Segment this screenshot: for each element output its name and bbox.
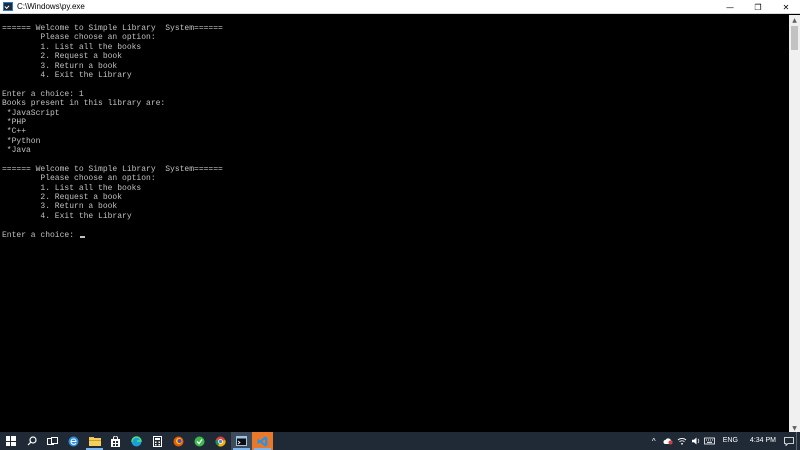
console-line: Please choose an option: xyxy=(2,174,156,184)
taskbar-green-app[interactable] xyxy=(189,432,210,450)
language-indicator[interactable]: ENG xyxy=(717,432,744,450)
keyboard-icon[interactable] xyxy=(703,432,717,450)
console-line: 1. List all the books xyxy=(2,42,142,52)
console-line: 2. Request a book xyxy=(2,52,123,62)
tray-overflow-chevron-icon[interactable]: ^ xyxy=(647,432,661,450)
console-line: Please choose an option: xyxy=(2,33,156,43)
console-line: 3. Return a book xyxy=(2,202,118,212)
console-line: Enter a choice: 1 xyxy=(2,89,84,99)
green-circle-app-icon xyxy=(194,436,205,446)
windows-logo-icon xyxy=(5,436,16,446)
edge-chromium-icon xyxy=(131,435,142,446)
window-title: C:\Windows\py.exe xyxy=(17,1,85,11)
system-tray: ^ ENG 4:34 PM xyxy=(647,432,800,450)
taskbar-store[interactable] xyxy=(105,432,126,450)
taskbar-calculator[interactable] xyxy=(147,432,168,450)
scroll-thumb[interactable] xyxy=(791,26,798,50)
minimize-button[interactable]: — xyxy=(716,0,744,14)
console-line: *Python xyxy=(2,136,41,146)
folder-icon xyxy=(88,437,101,446)
vscode-icon xyxy=(257,436,268,446)
taskbar-python-console[interactable] xyxy=(231,432,252,450)
edge-icon xyxy=(68,436,79,446)
console-line: 1. List all the books xyxy=(2,183,142,193)
console-line: ====== Welcome to Simple Library System=… xyxy=(2,164,223,174)
calculator-icon xyxy=(153,435,162,447)
taskbar: ^ ENG 4:34 PM xyxy=(0,432,800,450)
task-view-icon xyxy=(47,436,58,445)
console-line: *C++ xyxy=(2,127,27,137)
taskbar-chrome[interactable] xyxy=(210,432,231,450)
taskbar-file-explorer[interactable] xyxy=(84,432,105,450)
console-app-icon xyxy=(3,2,13,11)
console-line: *JavaScript xyxy=(2,108,60,118)
console-line: *PHP xyxy=(2,117,27,127)
console-line: Books present in this library are: xyxy=(2,99,166,109)
console-output[interactable]: ====== Welcome to Simple Library System=… xyxy=(0,15,789,433)
window-title-bar[interactable]: C:\Windows\py.exe — ❐ ✕ xyxy=(0,0,800,14)
clock[interactable]: 4:34 PM xyxy=(744,432,782,450)
console-window-icon xyxy=(236,436,247,446)
start-button[interactable] xyxy=(0,432,21,450)
notification-center-icon[interactable] xyxy=(782,432,796,450)
scroll-up-arrow-icon[interactable]: ▲ xyxy=(789,15,800,25)
taskbar-firefox[interactable] xyxy=(168,432,189,450)
taskbar-edge-chromium[interactable] xyxy=(126,432,147,450)
chrome-icon xyxy=(215,436,226,446)
cloud-sync-icon[interactable] xyxy=(661,432,675,450)
show-desktop-button[interactable] xyxy=(796,432,800,450)
taskbar-vscode[interactable] xyxy=(252,432,273,450)
firefox-icon xyxy=(173,436,184,446)
console-line: 4. Exit the Library xyxy=(2,70,132,80)
console-line: 4. Exit the Library xyxy=(2,211,132,221)
window-controls: — ❐ ✕ xyxy=(716,0,800,14)
vertical-scrollbar[interactable]: ▲ ▼ xyxy=(789,15,800,433)
search-button[interactable] xyxy=(21,432,42,450)
close-button[interactable]: ✕ xyxy=(772,0,800,14)
text-cursor xyxy=(79,235,85,238)
console-line: 2. Request a book xyxy=(2,193,123,203)
store-bag-icon xyxy=(111,435,120,447)
console-line: Enter a choice: xyxy=(2,231,789,240)
network-icon[interactable] xyxy=(675,432,689,450)
console-line: ====== Welcome to Simple Library System=… xyxy=(2,24,223,33)
taskbar-edge[interactable] xyxy=(63,432,84,450)
maximize-button[interactable]: ❐ xyxy=(744,0,772,14)
console-line: 3. Return a book xyxy=(2,61,118,71)
volume-icon[interactable] xyxy=(689,432,703,450)
task-view-button[interactable] xyxy=(42,432,63,450)
search-icon xyxy=(27,436,37,446)
console-line: *Java xyxy=(2,146,31,156)
